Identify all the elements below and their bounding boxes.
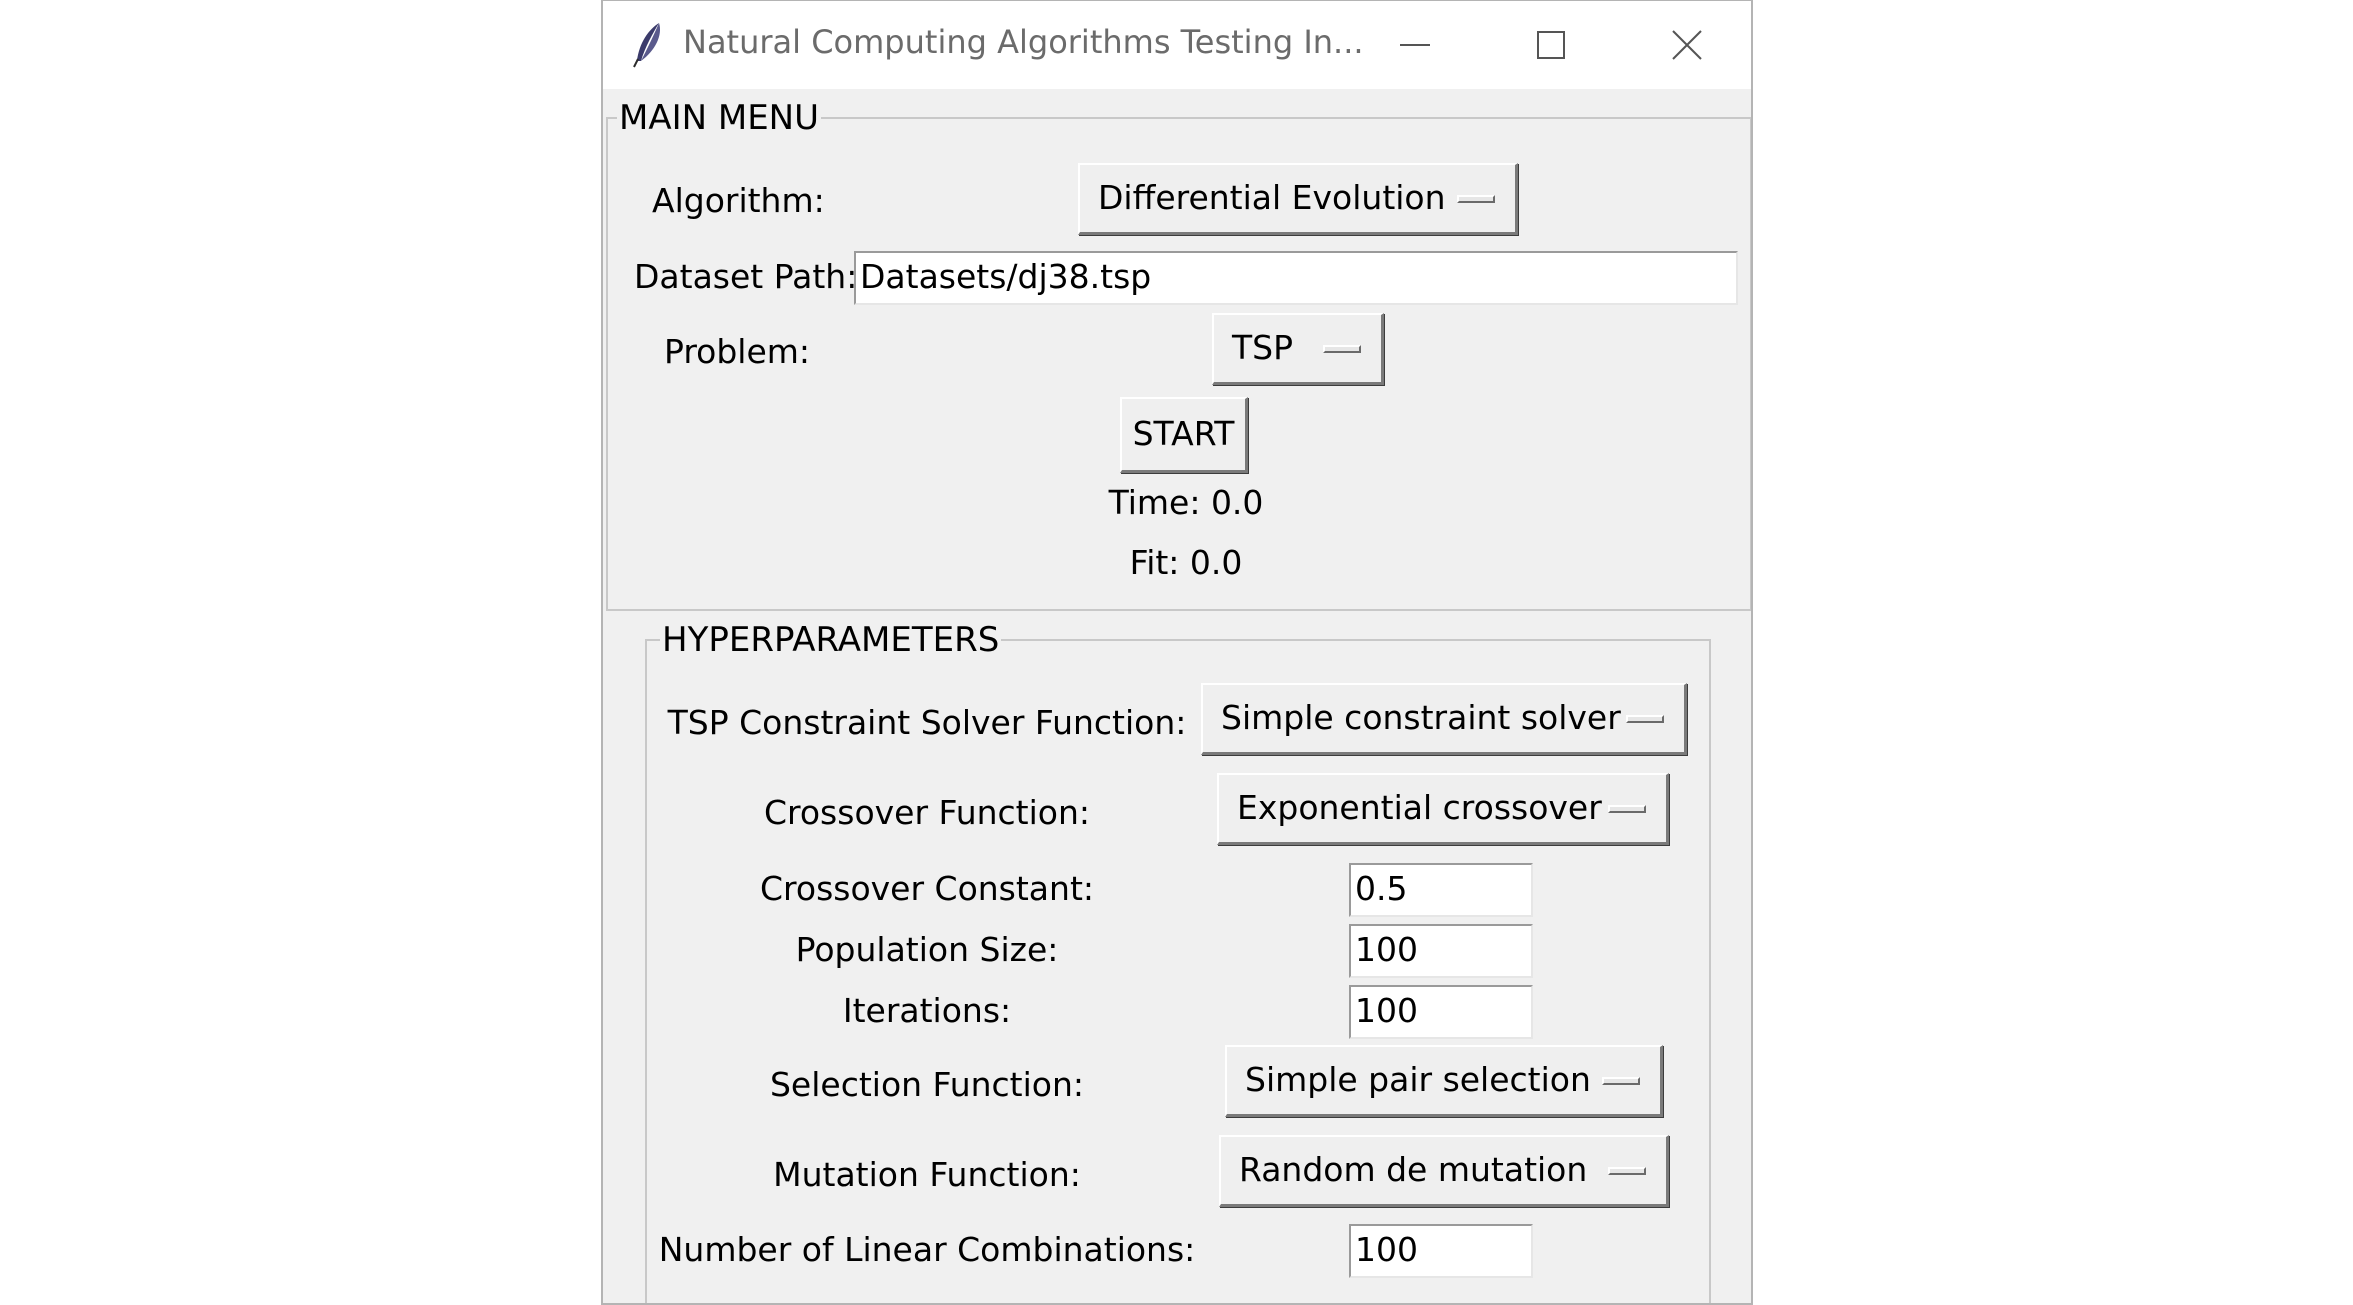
linear-combinations-label: Number of Linear Combinations: [658, 1230, 1196, 1269]
tsp-solver-dropdown[interactable]: Simple constraint solver [1201, 683, 1687, 755]
tsp-solver-dropdown-value: Simple constraint solver [1221, 698, 1621, 737]
algorithm-dropdown-value: Differential Evolution [1098, 178, 1446, 217]
close-button[interactable] [1619, 1, 1751, 89]
problem-dropdown[interactable]: TSP [1212, 313, 1384, 385]
dataset-path-input[interactable]: Datasets/dj38.tsp [854, 251, 1738, 305]
tsp-solver-label: TSP Constraint Solver Function: [667, 703, 1187, 742]
minimize-icon [1400, 44, 1430, 46]
selection-function-dropdown-value: Simple pair selection [1245, 1060, 1591, 1099]
dropdown-indicator-icon [1323, 345, 1361, 353]
dropdown-indicator-icon [1608, 805, 1646, 813]
crossover-function-dropdown[interactable]: Exponential crossover [1217, 773, 1669, 845]
title-bar[interactable]: Natural Computing Algorithms Testing In.… [603, 1, 1751, 89]
crossover-function-label: Crossover Function: [763, 793, 1091, 832]
dropdown-indicator-icon [1626, 715, 1664, 723]
maximize-icon [1537, 31, 1565, 59]
dropdown-indicator-icon [1602, 1077, 1640, 1085]
iterations-input[interactable]: 100 [1349, 985, 1533, 1039]
selection-function-dropdown[interactable]: Simple pair selection [1225, 1045, 1663, 1117]
start-button[interactable]: START [1120, 397, 1248, 473]
maximize-button[interactable] [1483, 1, 1619, 89]
main-menu-group: MAIN MENU Algorithm: Differential Evolut… [606, 99, 1751, 611]
population-size-input[interactable]: 100 [1349, 924, 1533, 978]
mutation-function-label: Mutation Function: [773, 1155, 1081, 1194]
main-menu-legend: MAIN MENU [617, 98, 821, 138]
problem-label: Problem: [664, 332, 811, 371]
population-size-label: Population Size: [795, 930, 1059, 969]
algorithm-dropdown[interactable]: Differential Evolution [1078, 163, 1518, 235]
dropdown-indicator-icon [1608, 1167, 1646, 1175]
mutation-function-dropdown[interactable]: Random de mutation [1219, 1135, 1669, 1207]
iterations-label: Iterations: [842, 991, 1012, 1030]
algorithm-label: Algorithm: [652, 181, 825, 220]
minimize-button[interactable] [1347, 1, 1483, 89]
selection-function-label: Selection Function: [769, 1065, 1085, 1104]
hyperparameters-group: HYPERPARAMETERS TSP Constraint Solver Fu… [645, 621, 1711, 1303]
fit-readout: Fit: 0.0 [1129, 543, 1243, 582]
problem-dropdown-value: TSP [1232, 328, 1294, 367]
window-title: Natural Computing Algorithms Testing In.… [683, 23, 1364, 61]
dataset-path-label: Dataset Path: [634, 257, 858, 296]
app-window: Natural Computing Algorithms Testing In.… [601, 0, 1753, 1305]
linear-combinations-input[interactable]: 100 [1349, 1224, 1533, 1278]
crossover-function-dropdown-value: Exponential crossover [1237, 788, 1602, 827]
close-icon [1672, 30, 1702, 60]
hyperparameters-legend: HYPERPARAMETERS [660, 620, 1002, 660]
mutation-function-dropdown-value: Random de mutation [1239, 1150, 1588, 1189]
crossover-constant-label: Crossover Constant: [759, 869, 1095, 908]
time-readout: Time: 0.0 [1108, 483, 1264, 522]
feather-icon [629, 21, 669, 69]
crossover-constant-input[interactable]: 0.5 [1349, 863, 1533, 917]
dropdown-indicator-icon [1457, 195, 1495, 203]
